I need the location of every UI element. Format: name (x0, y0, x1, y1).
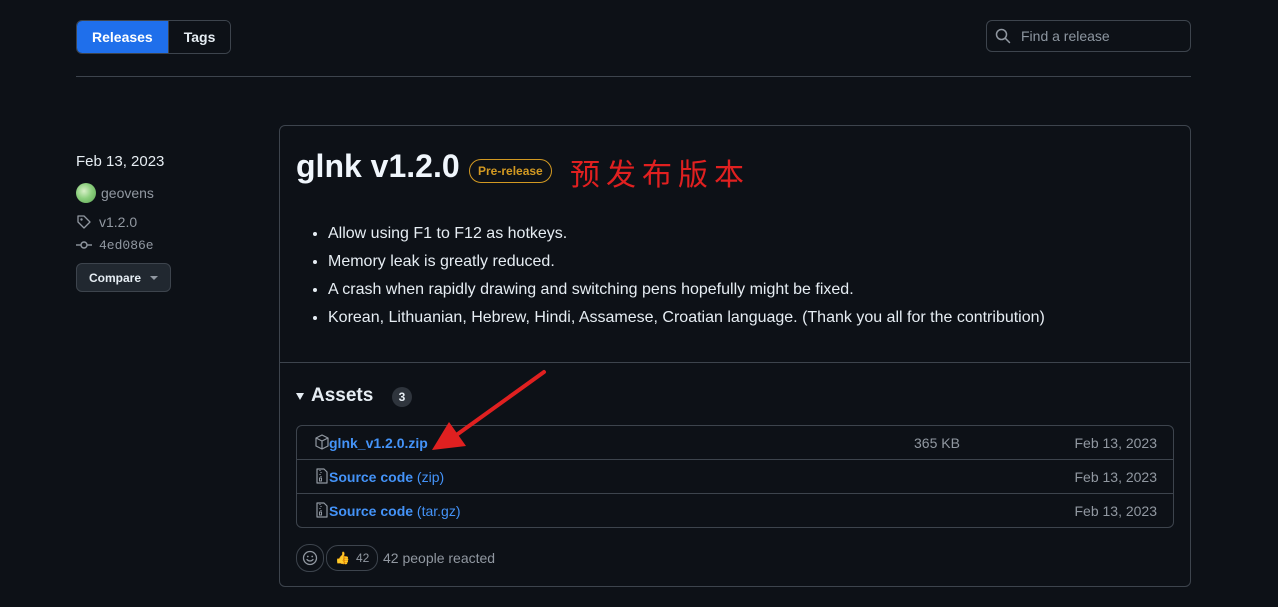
release-notes: Allow using F1 to F12 as hotkeys. Memory… (308, 222, 1045, 334)
list-item: Korean, Lithuanian, Hebrew, Hindi, Assam… (328, 306, 1045, 334)
commit-sha: 4ed086e (99, 237, 154, 253)
assets-toggle[interactable]: Assets (296, 385, 373, 407)
releases-tags-toggle: Releases Tags (76, 20, 232, 54)
assets-list: glnk_v1.2.0.zip 365 KB Feb 13, 2023 Sour… (296, 425, 1174, 528)
thumbs-up-icon: 👍 (335, 551, 350, 565)
reactions-summary: 42 people reacted (383, 550, 496, 566)
search-icon (995, 28, 1011, 44)
annotation-text: 预发布版本 (570, 158, 750, 193)
add-reaction-button[interactable] (296, 544, 324, 572)
asset-row: Source code (zip) Feb 13, 2023 (297, 459, 1173, 493)
asset-date: Feb 13, 2023 (1074, 502, 1157, 519)
avatar (76, 183, 96, 203)
list-item: Allow using F1 to F12 as hotkeys. (328, 222, 1045, 250)
asset-date: Feb 13, 2023 (1074, 434, 1157, 451)
package-icon (315, 434, 329, 450)
file-zip-icon (316, 468, 328, 484)
assets-count-badge: 3 (392, 387, 412, 407)
tab-releases[interactable]: Releases (77, 21, 168, 53)
tag-icon (77, 215, 91, 229)
search-input[interactable] (1019, 27, 1183, 45)
asset-row: glnk_v1.2.0.zip 365 KB Feb 13, 2023 (297, 426, 1173, 459)
list-item: Memory leak is greatly reduced. (328, 250, 1045, 278)
release-search[interactable] (986, 20, 1191, 52)
assets-title: Assets (311, 385, 374, 406)
commit-link[interactable]: 4ed086e (76, 237, 154, 253)
header-divider (76, 76, 1191, 77)
chevron-down-icon (150, 275, 158, 280)
compare-button[interactable]: Compare (76, 263, 171, 292)
asset-link[interactable]: glnk_v1.2.0.zip (329, 435, 428, 451)
tag-name: v1.2.0 (99, 214, 138, 230)
tag-link[interactable]: v1.2.0 (76, 214, 137, 230)
tab-tags[interactable]: Tags (167, 21, 231, 53)
smiley-icon (302, 550, 318, 566)
compare-label: Compare (88, 270, 141, 285)
prerelease-badge: Pre-release (469, 159, 552, 183)
asset-size: 365 KB (914, 434, 960, 451)
release-date: Feb 13, 2023 (76, 153, 165, 170)
asset-link[interactable]: Source code (tar.gz) (329, 503, 461, 519)
list-item: A crash when rapidly drawing and switchi… (328, 278, 1045, 306)
reaction-count: 42 (355, 551, 370, 565)
release-title[interactable]: glnk v1.2.0 (296, 148, 460, 185)
file-zip-icon (316, 502, 328, 518)
asset-link[interactable]: Source code (zip) (329, 469, 444, 485)
asset-row: Source code (tar.gz) Feb 13, 2023 (297, 493, 1173, 527)
card-divider (280, 362, 1190, 363)
triangle-down-icon (296, 392, 304, 400)
asset-date: Feb 13, 2023 (1074, 468, 1157, 485)
author-link[interactable]: geovens (76, 183, 154, 203)
author-name: geovens (101, 185, 154, 201)
thumbs-up-reaction[interactable]: 👍 42 (326, 545, 379, 571)
commit-icon (76, 241, 92, 249)
